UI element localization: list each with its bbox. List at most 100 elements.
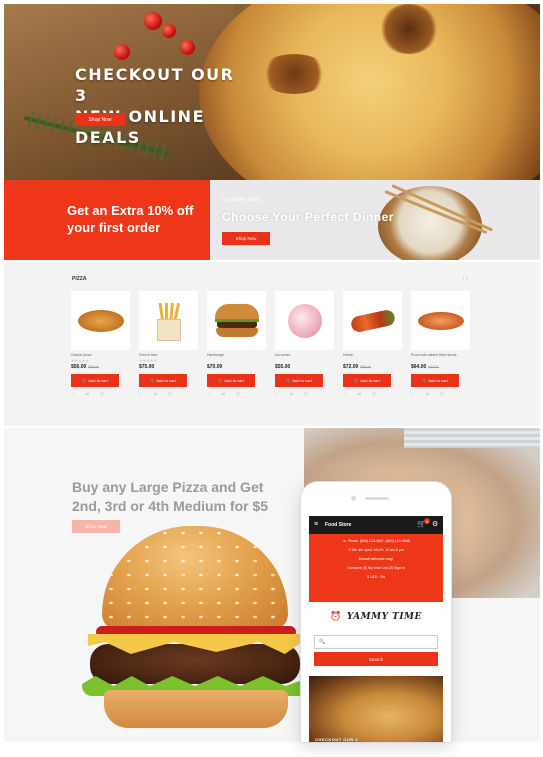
product-price: $70.00	[207, 364, 266, 370]
price-old: $60.00	[88, 365, 100, 369]
price-current: $55.00	[275, 364, 291, 370]
product-card[interactable]: Kebab $72.00 $80.00 🛒 Add to cart ♡ ⇄ ◎	[343, 291, 402, 396]
clock-icon: ⏰	[330, 612, 342, 622]
product-price: $55.00	[275, 364, 334, 370]
price-current: $56.00	[71, 364, 87, 370]
hero-shop-now-button[interactable]: Shop Now	[75, 113, 125, 126]
search-input[interactable]: 🔍	[314, 635, 438, 649]
app-logo[interactable]: ⏰ YAMMY TIME	[309, 608, 443, 626]
add-to-cart-label: Add to cart	[360, 378, 380, 383]
promo-shop-now-button[interactable]: Shop Now	[222, 232, 270, 245]
add-to-cart-button[interactable]: 🛒 Add to cart	[343, 374, 391, 387]
add-to-cart-label: Add to cart	[156, 378, 176, 383]
product-image[interactable]	[411, 291, 470, 350]
price-current: $70.00	[207, 364, 223, 370]
welcome-line: Default welcome msg!	[358, 557, 394, 561]
hours-line: ⏱ We are open: Mn-Fr: 10 am-8 pm	[348, 548, 404, 552]
product-action-icons[interactable]: ♡ ⇄ ◎	[411, 391, 470, 396]
app-info-panel: ☏ Phone: (800) 123-4567, (800) 123-4568 …	[309, 534, 443, 602]
product-image[interactable]	[343, 291, 402, 350]
rating-stars: ★★★★★	[139, 358, 157, 363]
rating-stars	[207, 358, 266, 363]
product-image[interactable]	[275, 291, 334, 350]
promo-dinner-title: Choose Your Perfect Dinner	[222, 210, 394, 224]
product-card[interactable]: Classic pizza ★★★★★ $56.00 $60.00 🛒 Add t…	[71, 291, 130, 396]
app-hero-pizza-image: CHECKOUT OUR 3	[309, 676, 443, 742]
logo-text: YAMMY TIME	[346, 612, 422, 622]
tomato-image	[114, 44, 130, 60]
add-to-cart-button[interactable]: 🛒 Add to cart	[139, 374, 187, 387]
product-action-icons[interactable]: ♡ ⇄ ◎	[207, 391, 266, 396]
product-action-icons[interactable]: ♡ ⇄ ◎	[71, 391, 130, 396]
hero-banner: CHECKOUT OUR 3 NEW ONLINE DEALS Shop Now	[4, 4, 540, 180]
rating-stars	[411, 358, 470, 363]
product-card[interactable]: Pizza with salami fresh tomat... $64.00 $…	[411, 291, 470, 396]
app-title: Food Store	[325, 522, 352, 528]
product-card[interactable]: Ice cream $55.00 🛒 Add to cart ♡ ⇄ ◎	[275, 291, 334, 396]
add-to-cart-button[interactable]: 🛒 Add to cart	[411, 374, 459, 387]
rating-stars	[275, 358, 334, 363]
product-price: $72.00 $80.00	[343, 364, 402, 370]
hero-pizza-image	[199, 4, 540, 180]
price-current: $64.00	[411, 364, 427, 370]
tomato-image	[144, 12, 162, 30]
currency-language[interactable]: $ USD · En	[309, 575, 443, 579]
product-image[interactable]	[139, 291, 198, 350]
product-action-icons[interactable]: ♡ ⇄ ◎	[343, 391, 402, 396]
burger-hero-image	[82, 526, 308, 732]
product-price: $64.00 $70.00	[411, 364, 470, 370]
product-image[interactable]	[207, 291, 266, 350]
product-price: $75.00	[139, 364, 198, 370]
products-section: PIZZA ‹ › Classic pizza ★★★★★ $56.00 $60.…	[4, 262, 540, 426]
section-label-pizza: PIZZA	[72, 276, 87, 282]
kebab-image	[349, 308, 396, 333]
phone-mockup: ≡ Food Store 🛒 0 ⚙ ☏ Phone: (800) 123-45…	[300, 481, 452, 743]
add-to-cart-label: Add to cart	[292, 378, 312, 383]
product-action-icons[interactable]: ♡ ⇄ ◎	[139, 391, 198, 396]
burger-image	[214, 303, 259, 338]
pizza-image	[77, 309, 124, 332]
app-hero-caption: CHECKOUT OUR 3	[315, 737, 359, 742]
add-to-cart-button[interactable]: 🛒 Add to cart	[71, 374, 119, 387]
phone-number-line: ☏ Phone: (800) 123-4567, (800) 123-4568	[342, 539, 410, 543]
app-header: ≡ Food Store 🛒 0 ⚙	[309, 516, 443, 534]
fries-image	[154, 301, 184, 341]
rating-stars: ★★★★★	[71, 358, 89, 363]
price-old: $70.00	[428, 365, 440, 369]
add-to-cart-label: Add to cart	[428, 378, 448, 383]
add-to-cart-button[interactable]: 🛒 Add to cart	[207, 374, 255, 387]
carousel-arrows[interactable]: ‹ ›	[462, 276, 468, 282]
rating-stars	[343, 358, 402, 363]
hero-title-line1: CHECKOUT OUR 3	[75, 65, 235, 105]
product-action-icons[interactable]: ♡ ⇄ ◎	[275, 391, 334, 396]
tomato-image	[180, 40, 195, 55]
product-card[interactable]: French fries ★★★★★ $75.00 🛒 Add to cart …	[139, 291, 198, 396]
hero-title: CHECKOUT OUR 3 NEW ONLINE DEALS	[75, 64, 235, 148]
gear-icon[interactable]: ⚙	[432, 520, 438, 528]
price-current: $72.00	[343, 364, 359, 370]
ice-cream-image	[287, 303, 322, 338]
promo-dinner-banner: Our Online Deals Choose Your Perfect Din…	[210, 180, 540, 260]
offer-section: Buy any Large Pizza and Get 2nd, 3rd or …	[4, 428, 540, 742]
product-card[interactable]: Hamburger $70.00 🛒 Add to cart ♡ ⇄ ◎	[207, 291, 266, 396]
promo-discount-text: Get an Extra 10% off your first order	[67, 203, 194, 235]
add-to-cart-label: Add to cart	[88, 378, 108, 383]
search-button[interactable]: Search	[314, 652, 438, 666]
phone-screen: ≡ Food Store 🛒 0 ⚙ ☏ Phone: (800) 123-45…	[309, 516, 443, 742]
account-links[interactable]: Compare (0) My Wish List (0) Sign in	[309, 566, 443, 570]
product-image[interactable]	[71, 291, 130, 350]
cart-count-badge: 0	[424, 518, 430, 524]
plates-image	[404, 428, 540, 448]
price-old: $80.00	[360, 365, 372, 369]
add-to-cart-label: Add to cart	[224, 378, 244, 383]
promo-discount-banner[interactable]: Get an Extra 10% off your first order	[4, 180, 210, 260]
salami-pizza-image	[417, 311, 464, 330]
product-price: $56.00 $60.00	[71, 364, 130, 370]
tomato-image	[162, 24, 176, 38]
menu-icon[interactable]: ≡	[314, 521, 318, 528]
price-current: $75.00	[139, 364, 155, 370]
add-to-cart-button[interactable]: 🛒 Add to cart	[275, 374, 323, 387]
phone-speaker	[365, 497, 389, 500]
phone-camera	[351, 496, 356, 501]
promo-kicker: Our Online Deals	[222, 197, 261, 203]
